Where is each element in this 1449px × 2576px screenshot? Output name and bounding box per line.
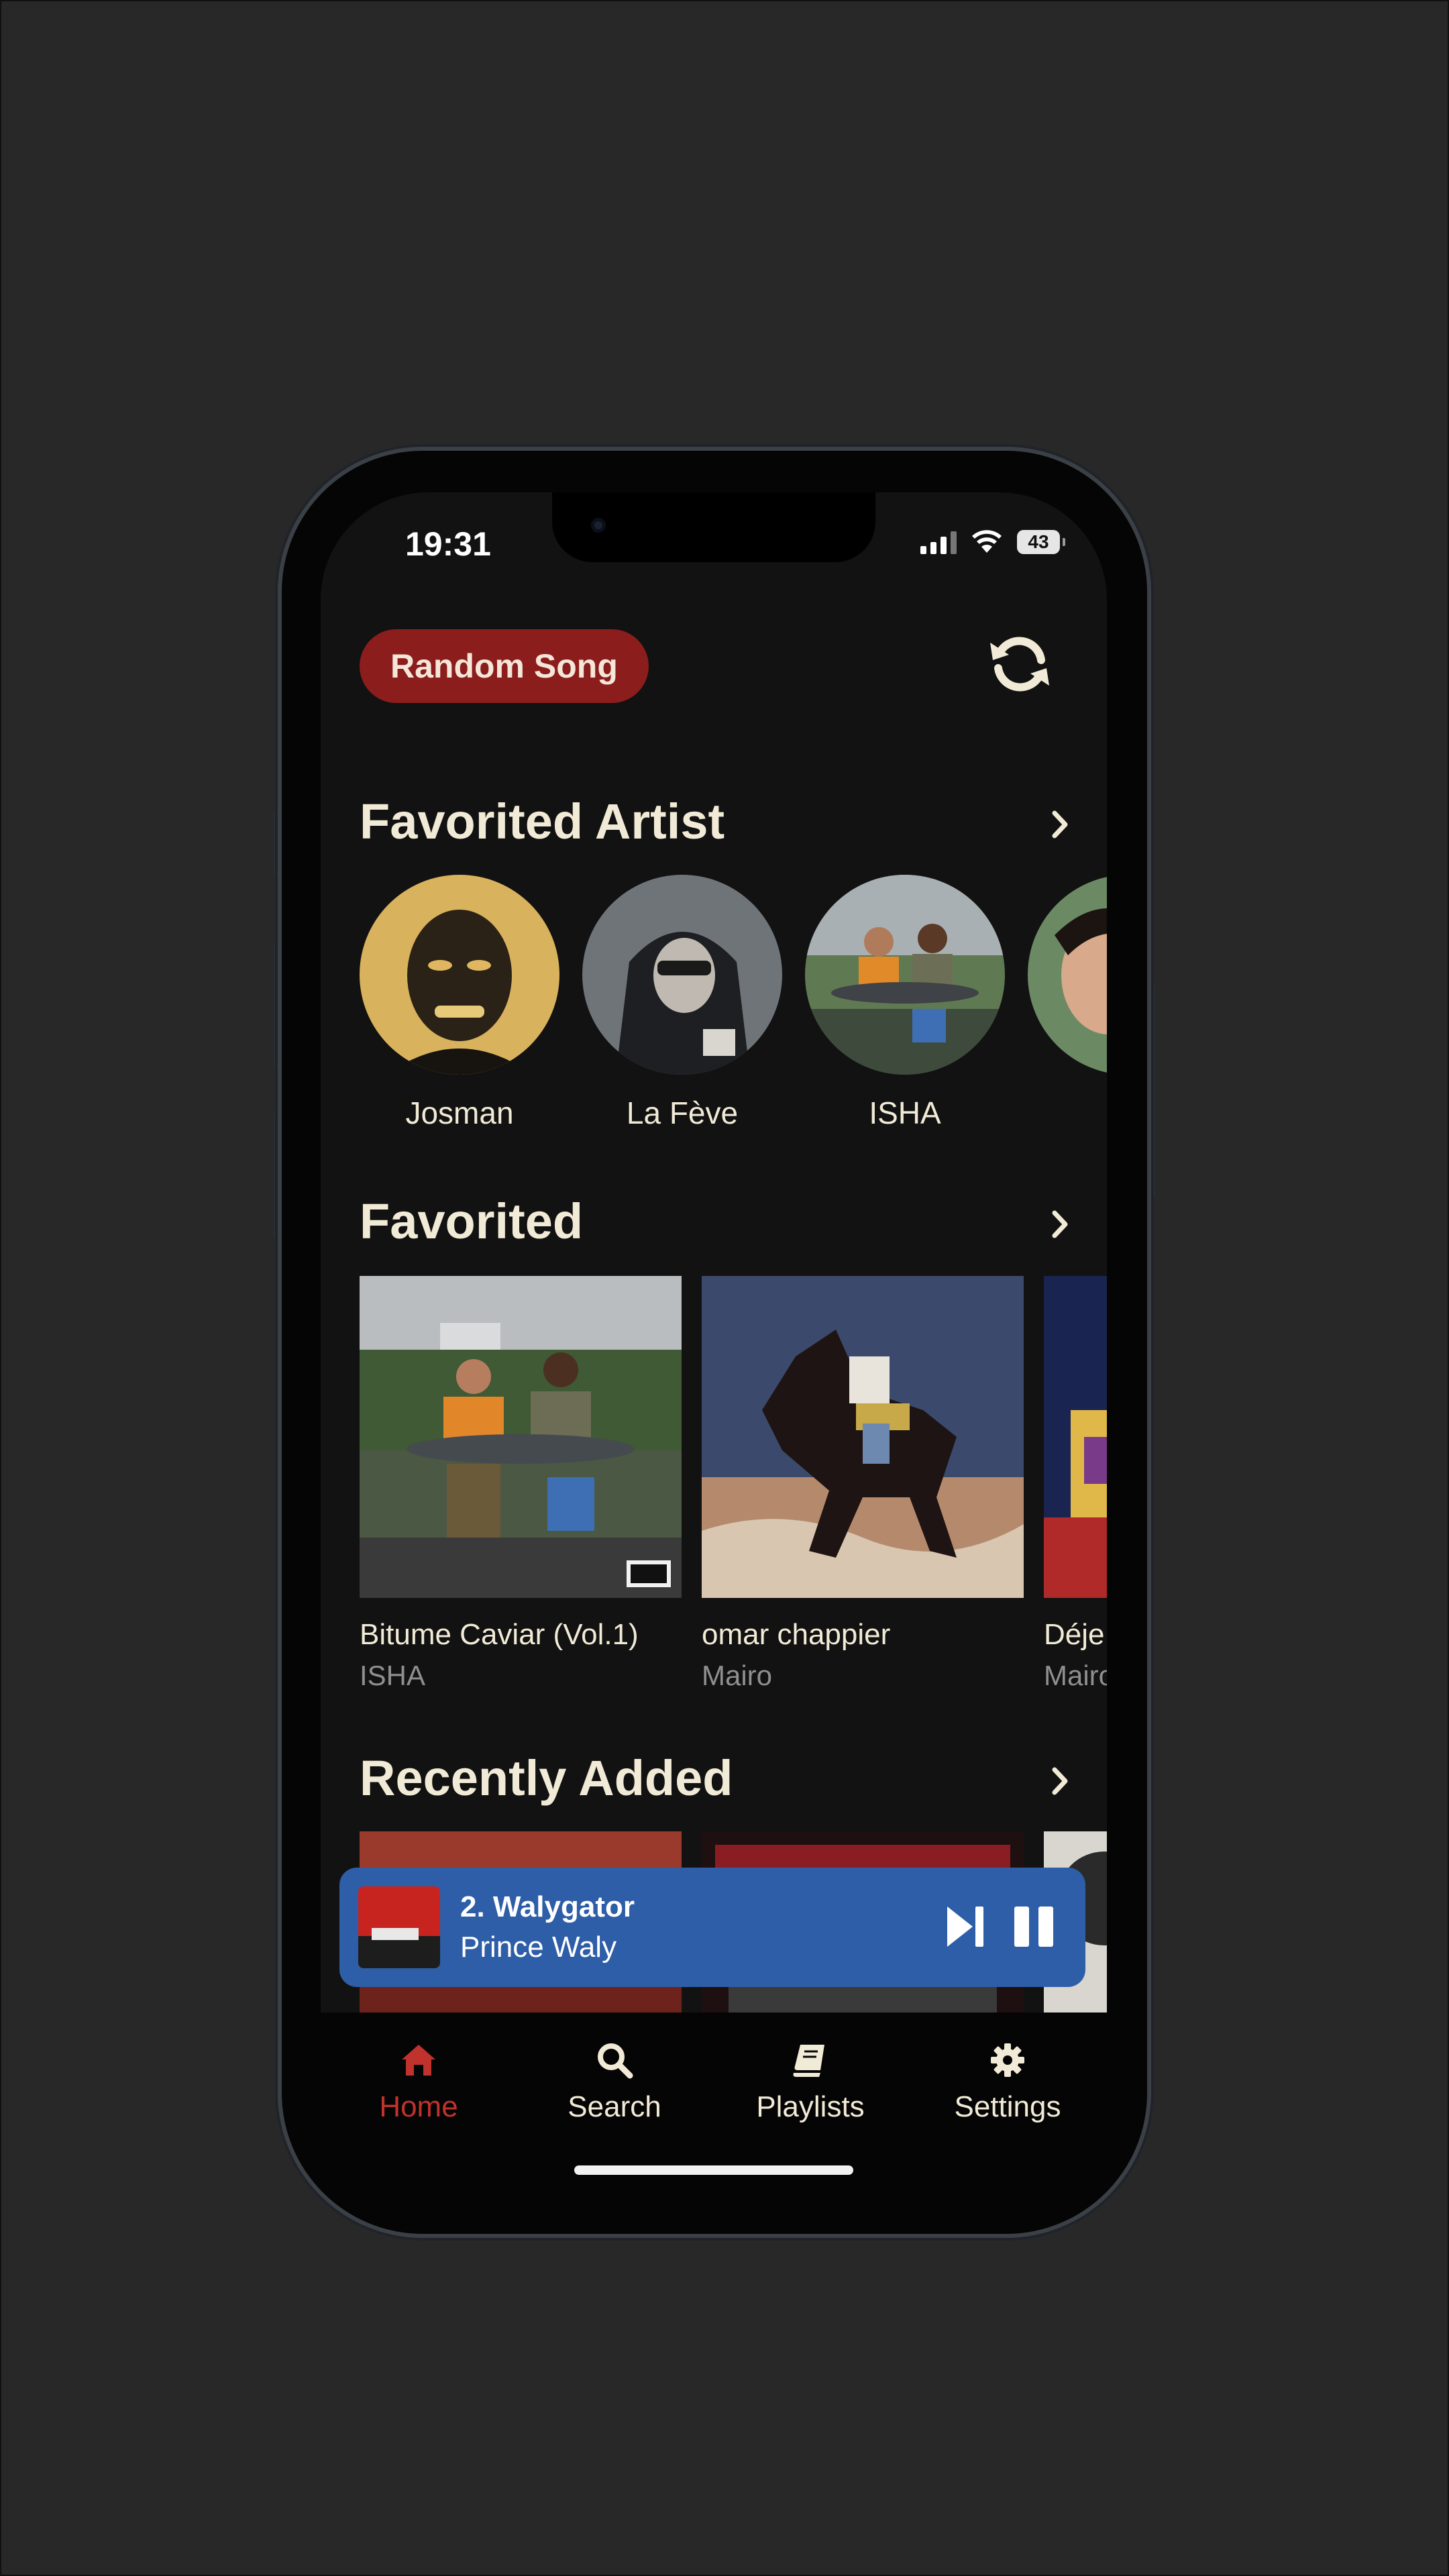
power-button (1147, 983, 1155, 1198)
artist-avatar (582, 875, 782, 1075)
home-indicator[interactable] (574, 2165, 853, 2175)
now-playing-title: 2. Walygator (460, 1890, 635, 1923)
tab-home[interactable]: Home (338, 2012, 499, 2124)
album-artist: Mairo (1044, 1660, 1107, 1691)
chevron-right-icon[interactable] (1046, 1764, 1073, 1798)
volume-down-button (274, 1111, 282, 1238)
volume-up-button (274, 941, 282, 1068)
section-title-favorited-artist: Favorited Artist (360, 794, 725, 849)
now-playing-artist: Prince Waly (460, 1931, 617, 1964)
album-title: omar chappier (702, 1618, 891, 1651)
album-card[interactable]: Déje Mairo (1044, 1276, 1107, 1692)
chevron-right-icon[interactable] (1046, 808, 1073, 841)
tab-settings[interactable]: Settings (927, 2012, 1088, 2124)
tab-search[interactable]: Search (534, 2012, 695, 2124)
battery-icon: 43 (1017, 530, 1065, 554)
artist-item[interactable]: M (1028, 875, 1107, 1131)
artist-name: Josman (405, 1095, 514, 1130)
random-song-button[interactable]: Random Song (360, 629, 649, 703)
status-time: 19:31 (405, 525, 491, 563)
album-artist: ISHA (360, 1660, 426, 1691)
album-title: Déje (1044, 1618, 1105, 1651)
album-cover (360, 1276, 682, 1598)
favorited-artists-row: Josman La Fève ISHA (360, 875, 1107, 1157)
artist-name: M (1028, 1095, 1107, 1131)
tab-label: Playlists (756, 2090, 865, 2123)
pause-icon[interactable] (1010, 1902, 1057, 1951)
gear-icon (991, 2043, 1024, 2077)
album-card[interactable]: Bitume Caviar (Vol.1) ISHA (360, 1276, 682, 1692)
silent-switch (274, 812, 282, 876)
chevron-right-icon[interactable] (1046, 1208, 1073, 1241)
section-title-favorited: Favorited (360, 1193, 584, 1249)
artist-avatar (1028, 875, 1107, 1075)
tab-label: Settings (954, 2090, 1061, 2123)
artist-name: ISHA (869, 1095, 941, 1130)
refresh-icon[interactable] (986, 631, 1053, 698)
album-card[interactable]: omar chappier Mairo (702, 1276, 1024, 1692)
signal-icon (920, 530, 957, 554)
wifi-icon (972, 530, 1002, 553)
artist-name: La Fève (626, 1095, 739, 1130)
album-title: Bitume Caviar (Vol.1) (360, 1618, 639, 1651)
artist-avatar (360, 875, 559, 1075)
notch (552, 492, 875, 562)
status-icons: 43 (920, 530, 1065, 554)
now-playing-cover (358, 1886, 440, 1968)
artist-item[interactable]: ISHA (805, 875, 1005, 1131)
album-cover (702, 1276, 1024, 1598)
camera-icon (591, 518, 606, 533)
home-icon (402, 2045, 435, 2076)
skip-next-icon[interactable] (942, 1902, 989, 1951)
tab-label: Search (568, 2090, 661, 2123)
book-icon (793, 2045, 824, 2077)
search-icon (598, 2043, 633, 2079)
mini-player[interactable]: 2. Walygator Prince Waly (339, 1868, 1085, 1987)
favorited-albums-row: Bitume Caviar (Vol.1) ISHA omar chappier… (360, 1276, 1107, 1719)
tab-label: Home (379, 2090, 458, 2123)
tab-playlists[interactable]: Playlists (730, 2012, 891, 2124)
section-title-recently-added: Recently Added (360, 1750, 733, 1806)
app-screen: 19:31 43 Random Song Favorited Artist Jo… (321, 492, 1107, 2192)
album-artist: Mairo (702, 1660, 773, 1691)
artist-item[interactable]: Josman (360, 875, 559, 1131)
artist-avatar (805, 875, 1005, 1075)
album-cover (1044, 1276, 1107, 1598)
artist-item[interactable]: La Fève (582, 875, 782, 1131)
